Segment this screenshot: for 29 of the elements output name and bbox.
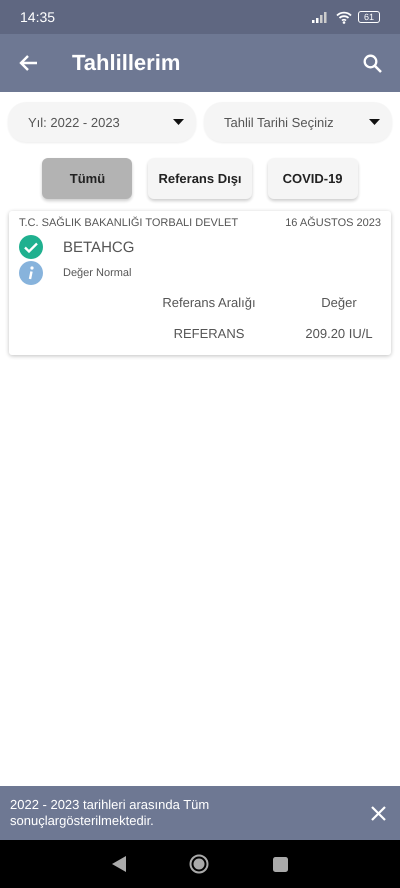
dropdown-caret-icon (173, 119, 184, 125)
filter-tab[interactable]: COVID-19 (268, 158, 358, 199)
result-note: Değer Normal (63, 267, 132, 279)
filter-tab[interactable]: Referans Dışı (148, 158, 252, 199)
test-name: BETAHCG (63, 238, 134, 256)
filter-tab[interactable]: Tümü (42, 158, 132, 199)
recents-square-icon[interactable] (273, 856, 288, 872)
result-date: 16 AĞUSTOS 2023 (285, 217, 381, 229)
home-circle-icon[interactable] (189, 854, 210, 874)
institution-name: T.C. SAĞLIK BAKANLIĞI TORBALI DEVLET (19, 217, 238, 229)
dropdown-caret-icon (369, 119, 380, 125)
search-icon[interactable] (363, 54, 382, 72)
dropdown[interactable]: Yıl: 2022 - 2023 (8, 102, 196, 142)
dropdown[interactable]: Tahlil Tarihi Seçiniz (204, 102, 392, 142)
wifi-icon (336, 10, 352, 24)
back-triangle-icon[interactable] (112, 856, 126, 872)
table-cell-text: REFERANS (172, 326, 246, 341)
close-icon[interactable] (371, 806, 386, 820)
battery-icon: 61 (358, 11, 380, 23)
check-circle-icon (19, 235, 43, 259)
result-card[interactable]: T.C. SAĞLIK BAKANLIĞI TORBALI DEVLET 16 AĞUSTOS 2023 BETAHCG Değer Normal Referans Aralığı Değer REFERANS 209.20 IU/L (9, 211, 391, 355)
info-icon (19, 261, 43, 285)
column-header: Referans Aralığı (161, 295, 257, 310)
screen-title: Tahlillerim (72, 50, 182, 76)
column-header: Değer (320, 295, 358, 310)
status-time: 14:35 (20, 9, 56, 25)
snackbar-message: 2022 - 2023 tarihleri arasında Tüm sonuçlargösterilmektedir. (10, 797, 210, 829)
back-arrow-icon[interactable] (18, 54, 38, 72)
table-cell-text: 209.20 IU/L (304, 326, 374, 341)
